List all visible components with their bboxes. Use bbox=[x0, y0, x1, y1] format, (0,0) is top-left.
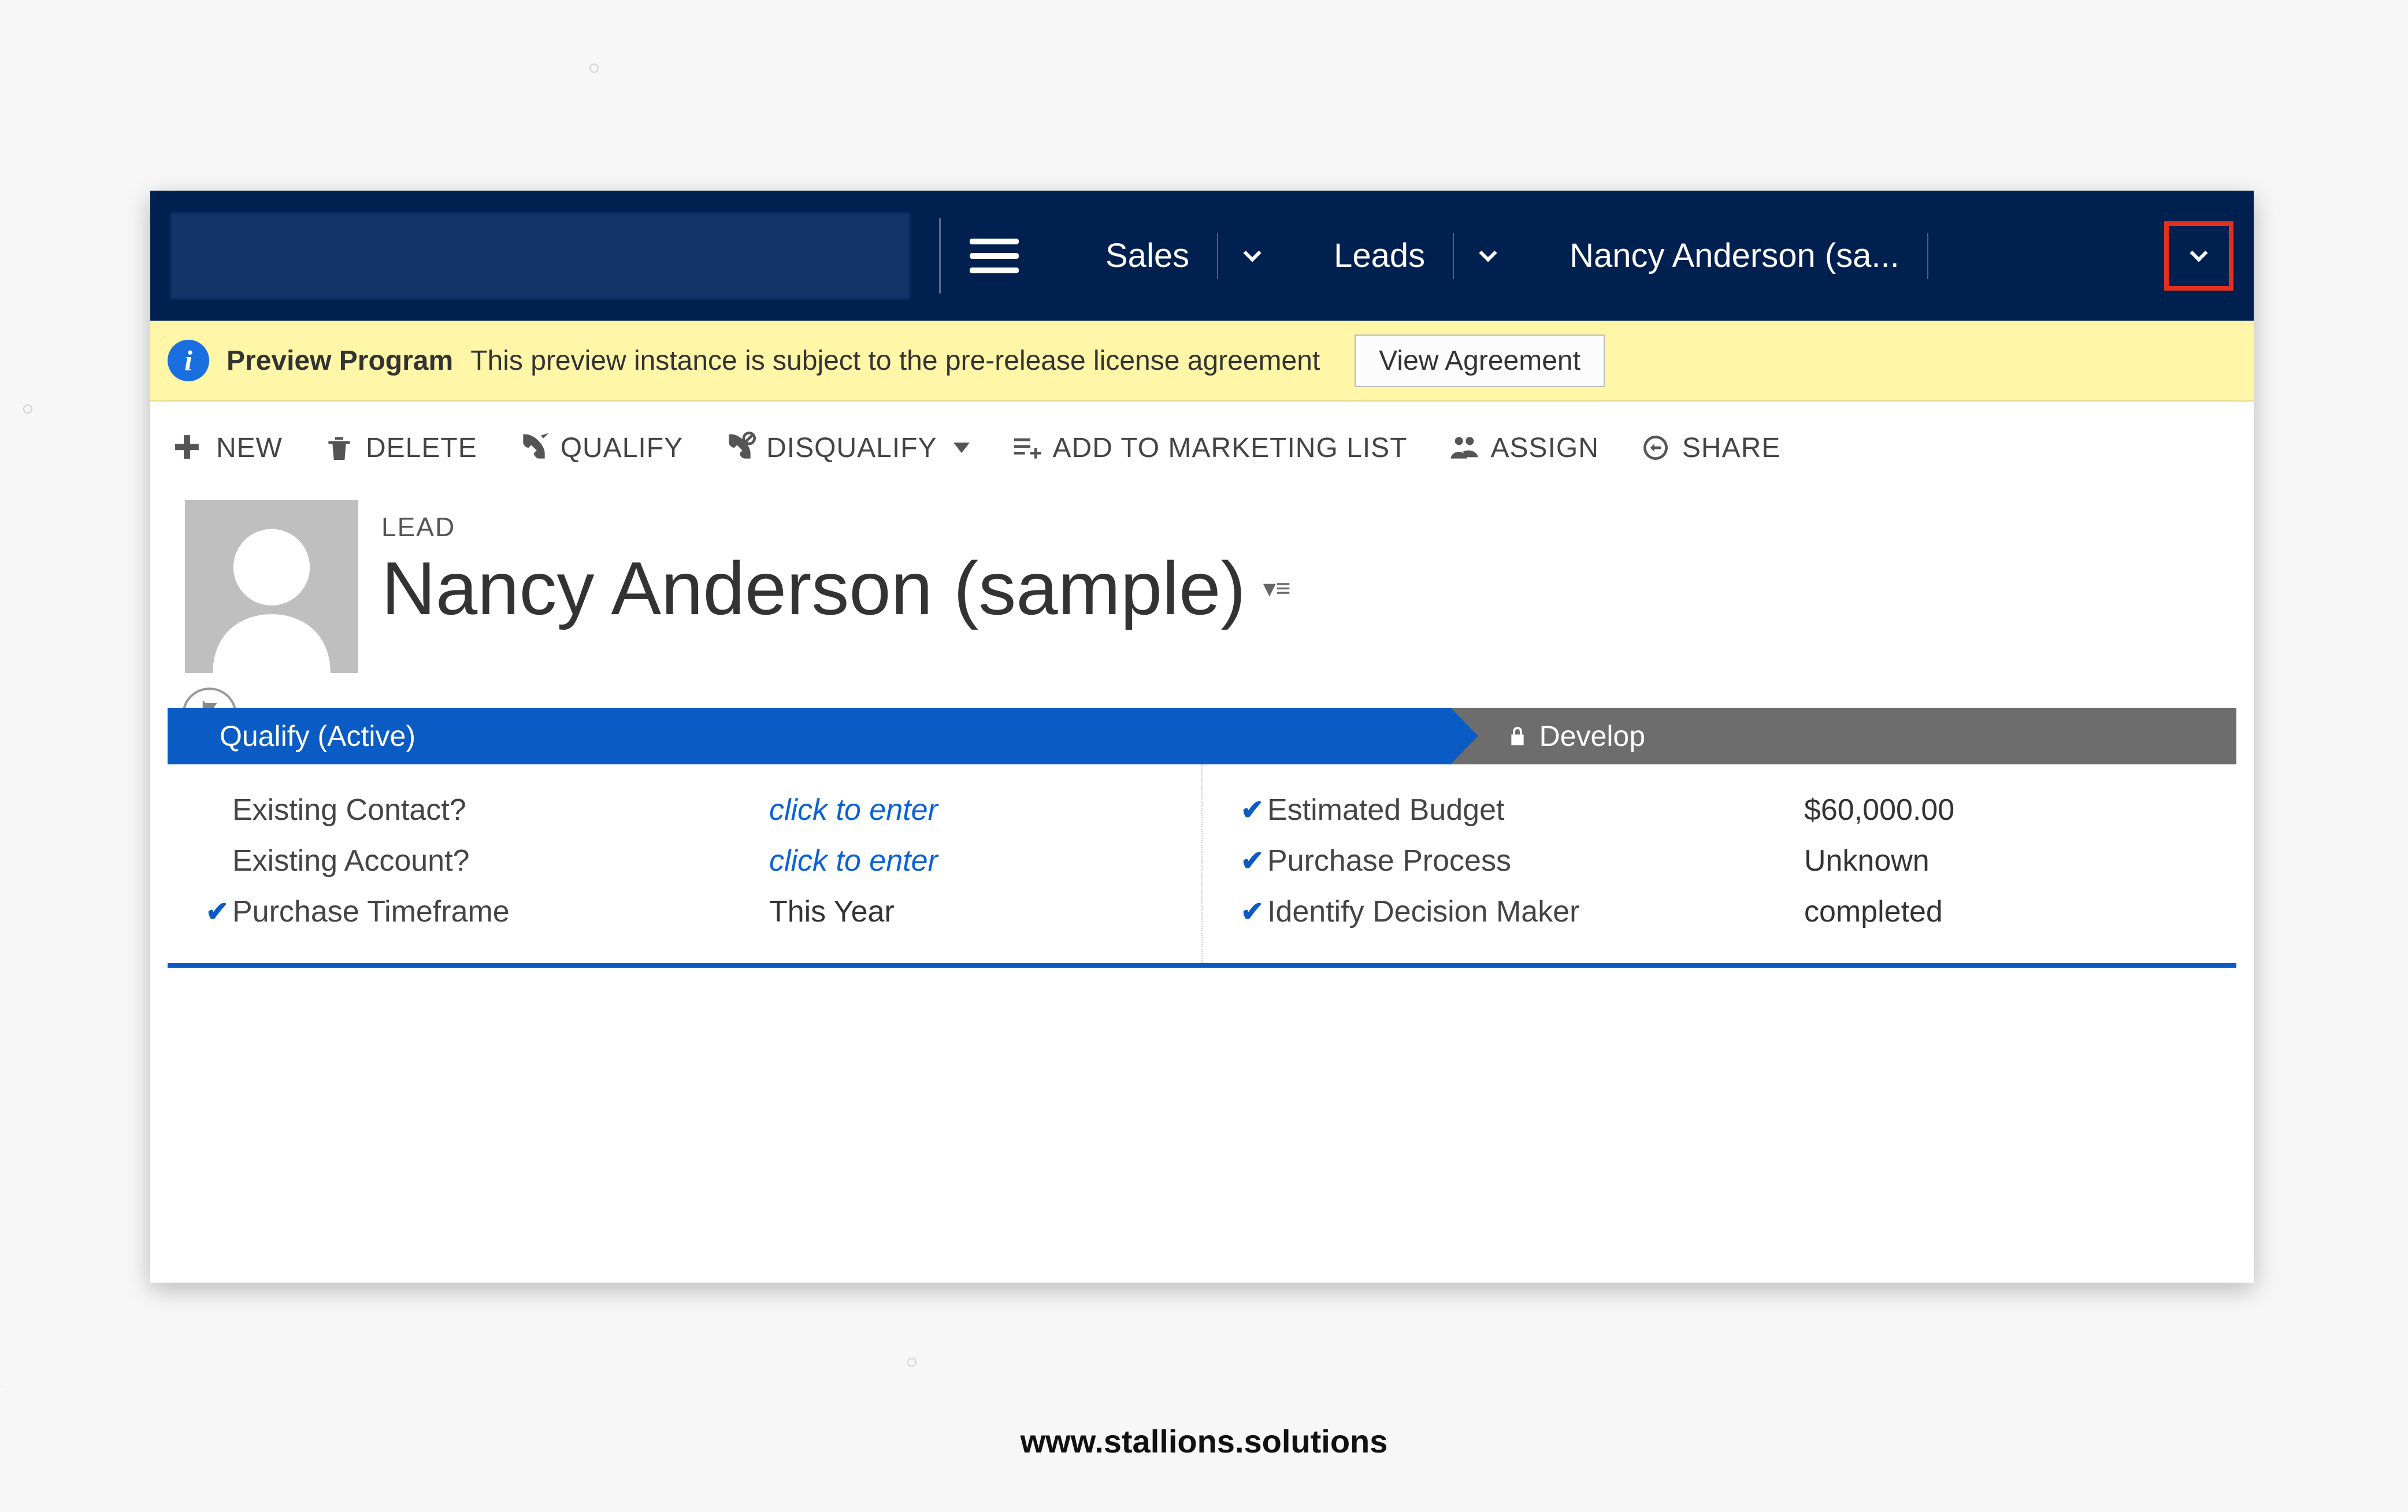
caret-down-icon bbox=[953, 443, 970, 453]
record-header: LEAD Nancy Anderson (sample) ▾≡ bbox=[150, 494, 2254, 690]
watermark: www.stallions.solutions bbox=[0, 1422, 2408, 1460]
nav-entity-leads[interactable]: Leads bbox=[1316, 231, 1442, 281]
trash-icon bbox=[323, 432, 355, 464]
cmd-label: NEW bbox=[216, 432, 283, 464]
command-bar: ✚ NEW DELETE QUALIFY DISQUALIFY ADD TO M… bbox=[150, 402, 2254, 494]
global-nav: Sales Leads Nancy Anderson (sa... bbox=[150, 191, 2254, 321]
share-button[interactable]: SHARE bbox=[1639, 432, 1780, 464]
view-agreement-button[interactable]: View Agreement bbox=[1355, 335, 1605, 387]
process-field-row[interactable]: ✔Purchase TimeframeThis Year bbox=[202, 886, 1178, 937]
check-icon: ✔ bbox=[1237, 845, 1267, 877]
info-icon: i bbox=[168, 340, 209, 381]
assign-icon bbox=[1448, 432, 1481, 464]
check-icon: ✔ bbox=[1237, 794, 1267, 826]
person-icon bbox=[196, 511, 347, 673]
record-name: Nancy Anderson (sample) bbox=[381, 545, 1246, 631]
cmd-label: QUALIFY bbox=[561, 432, 683, 464]
nav-divider bbox=[1927, 233, 1928, 279]
process-field-row[interactable]: ✔Identify Decision Makercompleted bbox=[1237, 886, 2213, 937]
preview-program-bar: i Preview Program This preview instance … bbox=[150, 321, 2254, 402]
notice-title: Preview Program bbox=[227, 345, 453, 377]
process-field-row[interactable]: ✔Purchase ProcessUnknown bbox=[1237, 835, 2213, 886]
qualify-button[interactable]: QUALIFY bbox=[518, 432, 683, 464]
chevron-down-icon bbox=[1244, 244, 1261, 262]
field-label: Estimated Budget bbox=[1267, 793, 1804, 827]
process-field-row[interactable]: Existing Contact?click to enter bbox=[202, 785, 1178, 835]
avatar bbox=[185, 500, 358, 673]
add-to-marketing-list-button[interactable]: ADD TO MARKETING LIST bbox=[1010, 432, 1408, 464]
field-label: Identify Decision Maker bbox=[1267, 894, 1804, 929]
disqualify-button[interactable]: DISQUALIFY bbox=[723, 432, 969, 464]
field-value: Unknown bbox=[1804, 844, 2213, 878]
process-flow: Qualify (Active) Develop bbox=[150, 690, 2254, 764]
field-value: This Year bbox=[769, 894, 1178, 929]
cmd-label: DELETE bbox=[366, 432, 477, 464]
nav-area-dropdown[interactable] bbox=[1229, 247, 1276, 265]
field-value-link[interactable]: click to enter bbox=[769, 844, 1178, 878]
nav-divider bbox=[1453, 233, 1454, 279]
check-icon: ✔ bbox=[1237, 896, 1267, 928]
check-icon: ✔ bbox=[202, 896, 232, 928]
list-add-icon bbox=[1010, 432, 1042, 464]
record-quick-menu[interactable]: ▾≡ bbox=[1263, 574, 1291, 603]
nav-record[interactable]: Nancy Anderson (sa... bbox=[1552, 231, 1917, 281]
field-label: Existing Account? bbox=[232, 844, 769, 878]
stage-label: Qualify (Active) bbox=[220, 719, 415, 753]
brand-slot bbox=[170, 213, 910, 299]
cmd-label: ASSIGN bbox=[1491, 432, 1599, 464]
field-label: Existing Contact? bbox=[232, 793, 769, 827]
stage-label: Develop bbox=[1539, 719, 1645, 753]
record-title: Nancy Anderson (sample) ▾≡ bbox=[381, 545, 1290, 631]
field-label: Purchase Timeframe bbox=[232, 894, 769, 929]
nav-entity-dropdown[interactable] bbox=[1464, 247, 1512, 265]
stage-qualify[interactable]: Qualify (Active) bbox=[168, 708, 1450, 764]
new-button[interactable]: ✚ NEW bbox=[173, 432, 283, 464]
field-value: $60,000.00 bbox=[1804, 793, 2213, 827]
nav-record-dropdown[interactable] bbox=[2164, 221, 2233, 291]
assign-button[interactable]: ASSIGN bbox=[1448, 432, 1599, 464]
field-label: Purchase Process bbox=[1267, 844, 1804, 878]
process-field-row[interactable]: ✔Estimated Budget$60,000.00 bbox=[1237, 785, 2213, 835]
nav-divider bbox=[1217, 233, 1218, 279]
crm-window: Sales Leads Nancy Anderson (sa... i Prev… bbox=[150, 191, 2254, 1283]
notice-message: This preview instance is subject to the … bbox=[470, 345, 1320, 377]
lock-icon bbox=[1508, 725, 1527, 748]
nav-record-label: Nancy Anderson (sa... bbox=[1570, 236, 1899, 275]
stage-develop[interactable]: Develop bbox=[1450, 708, 2236, 764]
field-value-link[interactable]: click to enter bbox=[769, 793, 1178, 827]
delete-button[interactable]: DELETE bbox=[323, 432, 477, 464]
plus-icon: ✚ bbox=[173, 432, 206, 464]
nav-entity-label: Leads bbox=[1334, 236, 1425, 275]
process-fields: Existing Contact?click to enterExisting … bbox=[168, 764, 2236, 968]
sitemap-button[interactable] bbox=[970, 239, 1019, 273]
nav-area-label: Sales bbox=[1105, 236, 1189, 275]
entity-type-label: LEAD bbox=[381, 511, 1290, 543]
phone-check-icon bbox=[518, 432, 550, 464]
process-field-row[interactable]: Existing Account?click to enter bbox=[202, 835, 1178, 886]
process-fields-right: ✔Estimated Budget$60,000.00✔Purchase Pro… bbox=[1201, 764, 2236, 963]
process-fields-left: Existing Contact?click to enterExisting … bbox=[168, 764, 1201, 963]
phone-cancel-icon bbox=[723, 432, 756, 464]
chevron-down-icon bbox=[1479, 244, 1497, 262]
cmd-label: DISQUALIFY bbox=[766, 432, 937, 464]
share-icon bbox=[1639, 432, 1672, 464]
field-value: completed bbox=[1804, 894, 2213, 929]
cmd-label: SHARE bbox=[1682, 432, 1780, 464]
cmd-label: ADD TO MARKETING LIST bbox=[1053, 432, 1408, 464]
chevron-down-icon bbox=[2190, 244, 2207, 262]
nav-divider bbox=[939, 218, 941, 294]
nav-area-sales[interactable]: Sales bbox=[1088, 231, 1207, 281]
